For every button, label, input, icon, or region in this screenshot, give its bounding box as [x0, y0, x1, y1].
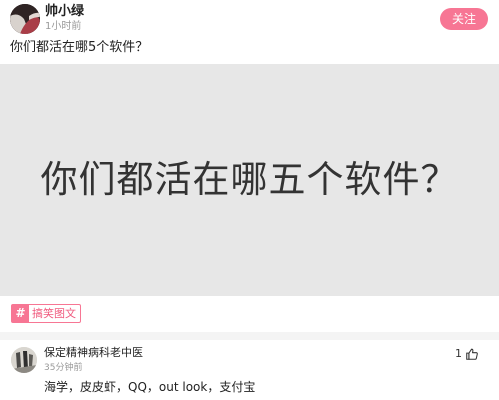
- like-button[interactable]: 1: [455, 346, 479, 362]
- post-time: 1小时前: [45, 21, 82, 32]
- like-count: 1: [455, 347, 462, 360]
- post-image-text: 你们都活在哪五个软件？: [40, 158, 459, 201]
- thumb-up-icon: [466, 348, 478, 360]
- topic-tag[interactable]: # 搞笑图文: [11, 304, 81, 323]
- post-image[interactable]: 你们都活在哪五个软件？: [0, 64, 499, 296]
- topic-tag-label: 搞笑图文: [32, 307, 76, 320]
- author-avatar[interactable]: [10, 4, 40, 34]
- section-divider: [0, 332, 499, 340]
- hash-icon: #: [12, 305, 29, 322]
- comment-item: 保定精神病科老中医 35分钟前 1 海学，皮皮虾，QQ，out look，支付宝: [0, 340, 499, 400]
- author-avatar-image: [10, 4, 40, 34]
- commenter-avatar[interactable]: [11, 347, 37, 373]
- author-name[interactable]: 帅小绿: [45, 4, 84, 20]
- post-header: 帅小绿 1小时前 关注: [0, 0, 499, 40]
- comment-time: 35分钟前: [44, 363, 83, 373]
- post-title: 你们都活在哪5个软件？: [10, 40, 149, 55]
- follow-button[interactable]: 关注: [440, 8, 488, 30]
- commenter-avatar-image: [11, 347, 37, 373]
- commenter-name[interactable]: 保定精神病科老中医: [44, 346, 143, 360]
- comment-text: 海学，皮皮虾，QQ，out look，支付宝: [44, 380, 256, 394]
- tag-row: # 搞笑图文: [0, 296, 499, 332]
